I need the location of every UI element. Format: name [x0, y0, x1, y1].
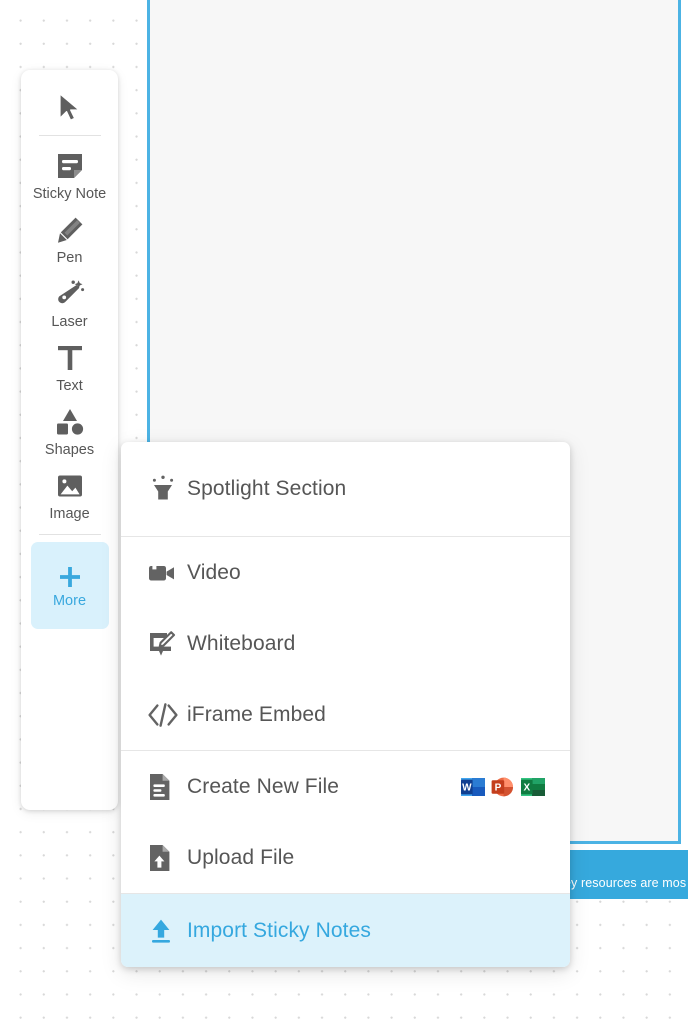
menu-item-import-sticky-notes[interactable]: Import Sticky Notes: [121, 894, 570, 967]
menu-label-video: Video: [187, 560, 241, 584]
image-icon: [55, 469, 85, 503]
sticky-note-icon: [55, 149, 85, 183]
code-icon: [147, 702, 187, 728]
toolbar-label-more: More: [52, 592, 87, 609]
toolbar-label-shapes: Shapes: [44, 442, 95, 458]
svg-text:P: P: [495, 782, 502, 793]
toolbar-item-select[interactable]: [31, 84, 109, 128]
toolbar-item-sticky-note[interactable]: Sticky Note: [31, 143, 109, 207]
menu-group-import: Import Sticky Notes: [121, 893, 570, 967]
svg-text:W: W: [462, 782, 472, 793]
menu-group-media: Video Whiteboard iFrame Embed: [121, 536, 570, 750]
more-dropdown-menu: Spotlight Section Video Whiteboard iFram…: [121, 442, 570, 967]
toolbar-label-text: Text: [56, 378, 83, 394]
toolbar-item-pen[interactable]: Pen: [31, 207, 109, 271]
sticky-note-card[interactable]: ey resources are mos: [570, 850, 688, 899]
toolbar-item-shapes[interactable]: Shapes: [31, 399, 109, 463]
menu-label-create-new-file: Create New File: [187, 774, 340, 798]
toolbar-label-laser: Laser: [51, 314, 88, 330]
video-icon: [147, 560, 187, 586]
shapes-icon: [54, 405, 86, 439]
tool-palette: Sticky Note Pen Laser Text Shapes Image …: [21, 70, 118, 810]
toolbar-item-image[interactable]: Image: [31, 463, 109, 527]
menu-item-spotlight-section[interactable]: Spotlight Section: [121, 442, 570, 536]
menu-label-upload-file: Upload File: [187, 845, 295, 869]
spotlight-icon: [147, 474, 187, 504]
word-icon[interactable]: W: [460, 774, 486, 800]
menu-item-upload-file[interactable]: Upload File: [121, 822, 570, 893]
menu-item-video[interactable]: Video: [121, 537, 570, 608]
pen-icon: [55, 213, 85, 247]
menu-item-whiteboard[interactable]: Whiteboard: [121, 608, 570, 679]
menu-group-files: Create New File W P X Upload File: [121, 750, 570, 893]
toolbar-divider-top: [38, 135, 101, 136]
upload-arrow-icon: [147, 917, 187, 945]
powerpoint-icon[interactable]: P: [490, 774, 516, 800]
cursor-icon: [57, 90, 83, 124]
toolbar-label-pen: Pen: [56, 250, 83, 266]
toolbar-item-laser[interactable]: Laser: [31, 271, 109, 335]
laser-icon: [54, 277, 86, 311]
menu-label-import-sticky-notes: Import Sticky Notes: [187, 918, 371, 942]
toolbar-label-sticky-note: Sticky Note: [32, 186, 107, 202]
excel-icon[interactable]: X: [520, 774, 546, 800]
plus-icon: [58, 564, 82, 590]
office-file-type-icons: W P X: [460, 774, 546, 800]
toolbar-item-text[interactable]: Text: [31, 335, 109, 399]
toolbar-item-more[interactable]: More: [30, 542, 109, 629]
file-lines-icon: [147, 772, 187, 802]
text-icon: [56, 341, 84, 375]
menu-label-iframe-embed: iFrame Embed: [187, 702, 326, 726]
menu-group-spotlight: Spotlight Section: [121, 442, 570, 536]
svg-text:X: X: [523, 782, 530, 793]
whiteboard-icon: [147, 630, 187, 658]
sticky-note-text: ey resources are mos: [570, 876, 687, 890]
menu-label-spotlight-section: Spotlight Section: [187, 477, 347, 500]
menu-item-create-new-file[interactable]: Create New File W P X: [121, 751, 570, 822]
toolbar-label-image: Image: [49, 506, 90, 522]
menu-label-whiteboard: Whiteboard: [187, 631, 296, 655]
toolbar-divider-bottom: [38, 534, 101, 535]
menu-item-iframe-embed[interactable]: iFrame Embed: [121, 679, 570, 750]
file-upload-icon: [147, 843, 187, 873]
